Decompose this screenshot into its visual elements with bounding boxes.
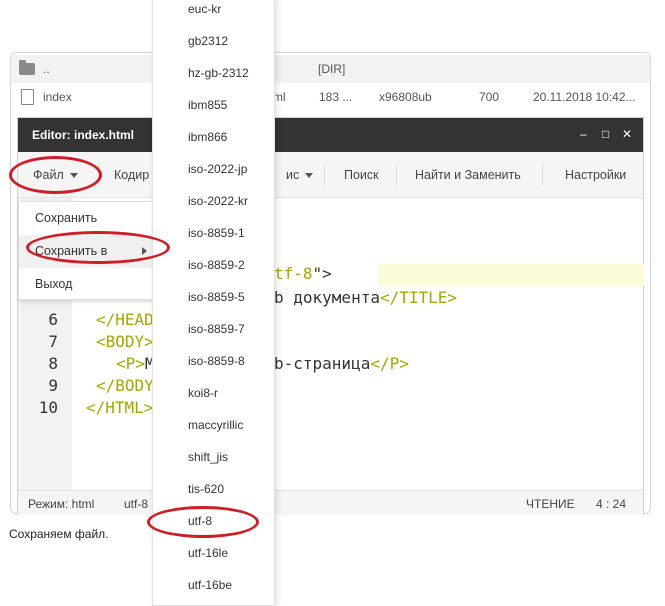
line-number: 8 bbox=[48, 354, 58, 373]
encoding-label: maccyrillic bbox=[188, 418, 244, 432]
code-p-frag: b-страница bbox=[274, 354, 371, 373]
maximize-button[interactable]: □ bbox=[602, 127, 609, 141]
encoding-option[interactable]: hz-gb-2312 bbox=[153, 57, 274, 89]
menu-divider bbox=[542, 164, 543, 186]
menu-syntax-label: ис bbox=[286, 168, 300, 182]
menu-find-replace[interactable]: Найти и Заменить bbox=[415, 168, 521, 182]
code-line-7: <BODY> bbox=[96, 332, 154, 351]
editor-window: Editor: index.html – □ ✕ Файл Кодир ис П… bbox=[17, 117, 644, 515]
encoding-option[interactable]: tis-620 bbox=[153, 473, 274, 505]
encoding-option[interactable]: iso-8859-8 bbox=[153, 345, 274, 377]
code-fragment: tf-8"> bbox=[274, 264, 332, 283]
encoding-label: iso-2022-kr bbox=[188, 194, 249, 208]
code-fragment: b-страница</P> bbox=[274, 354, 409, 373]
menu-item-label: Сохранить bbox=[35, 211, 98, 225]
encoding-label: utf-16be bbox=[188, 578, 233, 592]
file-perms: 700 bbox=[479, 90, 500, 104]
encoding-option[interactable]: utf-16le bbox=[153, 537, 274, 569]
encoding-option[interactable]: iso-8859-5 bbox=[153, 281, 274, 313]
file-name: index bbox=[43, 90, 72, 104]
encoding-option[interactable]: iso-8859-1 bbox=[153, 217, 274, 249]
encoding-option[interactable]: ibm855 bbox=[153, 89, 274, 121]
encoding-label: iso-8859-8 bbox=[188, 354, 245, 368]
line-number: 7 bbox=[48, 332, 58, 351]
code-line-8: <P>M bbox=[116, 354, 155, 373]
caption-text: Сохраняем файл. bbox=[9, 527, 109, 541]
file-owner: x96808ub bbox=[379, 90, 432, 104]
encoding-option[interactable]: koi8-r bbox=[153, 377, 274, 409]
encoding-label: hz-gb-2312 bbox=[188, 66, 249, 80]
encoding-option[interactable]: gb2312 bbox=[153, 25, 274, 57]
encoding-option[interactable]: iso-2022-jp bbox=[153, 153, 274, 185]
encoding-option[interactable]: ibm866 bbox=[153, 121, 274, 153]
menu-divider bbox=[396, 164, 397, 186]
encoding-label: iso-2022-jp bbox=[188, 162, 248, 176]
encoding-option[interactable]: iso-8859-7 bbox=[153, 313, 274, 345]
annotation-ring-file-menu bbox=[9, 156, 102, 194]
encoding-label: iso-8859-2 bbox=[188, 258, 245, 272]
encoding-label: ibm866 bbox=[188, 130, 228, 144]
menu-item-exit[interactable]: Выход bbox=[19, 268, 153, 301]
code-title-text: b документа bbox=[274, 288, 380, 307]
menu-search[interactable]: Поиск bbox=[344, 168, 379, 182]
editor-statusbar: Режим: html utf-8 ЧТЕНИЕ 4 : 24 bbox=[18, 490, 643, 515]
status-mode: Режим: html bbox=[28, 497, 95, 511]
encoding-option[interactable]: utf-16be bbox=[153, 569, 274, 601]
close-button[interactable]: ✕ bbox=[622, 127, 632, 141]
minimize-button[interactable]: – bbox=[580, 127, 587, 141]
file-size: 183 ... bbox=[319, 90, 353, 104]
encoding-label: utf-16le bbox=[188, 546, 229, 560]
editor-menubar: Файл Кодир ис Поиск Найти и Заменить Нас… bbox=[18, 152, 643, 198]
active-line-highlight bbox=[378, 264, 644, 286]
code-p-close: </P> bbox=[370, 354, 409, 373]
menu-divider bbox=[324, 164, 325, 186]
code-fragment: b документа</TITLE> bbox=[274, 288, 457, 307]
encoding-label: iso-8859-7 bbox=[188, 322, 245, 336]
menu-settings[interactable]: Настройки bbox=[565, 168, 626, 182]
editor-title: Editor: index.html bbox=[32, 128, 134, 142]
chevron-down-icon bbox=[305, 173, 314, 179]
encoding-label: iso-8859-5 bbox=[188, 290, 245, 304]
file-name: .. bbox=[43, 62, 50, 76]
encoding-option[interactable]: euc-kr bbox=[153, 0, 274, 25]
code-meta-value: tf-8 bbox=[274, 264, 313, 283]
encoding-option[interactable]: shift_jis bbox=[153, 441, 274, 473]
file-row-parent-dir[interactable]: .. [DIR] bbox=[11, 55, 650, 83]
editor-titlebar: Editor: index.html – □ ✕ bbox=[18, 118, 643, 152]
encoding-option[interactable]: iso-8859-2 bbox=[153, 249, 274, 281]
annotation-ring-save-as bbox=[26, 231, 170, 264]
line-number: 10 bbox=[38, 398, 58, 417]
status-state: ЧТЕНИЕ bbox=[526, 497, 575, 511]
encoding-option[interactable]: iso-2022-kr bbox=[153, 185, 274, 217]
code-meta-end: "> bbox=[312, 264, 332, 283]
code-title-close: </TITLE> bbox=[379, 288, 458, 307]
code-p-open: <P> bbox=[116, 354, 145, 373]
file-date: 20.11.2018 10:42... bbox=[533, 90, 636, 104]
encoding-option[interactable]: maccyrillic bbox=[153, 409, 274, 441]
menu-syntax[interactable]: ис bbox=[286, 168, 314, 182]
menu-item-label: Выход bbox=[35, 277, 73, 291]
folder-icon bbox=[19, 60, 35, 75]
file-row-index[interactable]: index ml 183 ... x96808ub 700 20.11.2018… bbox=[11, 83, 650, 111]
encoding-label: euc-kr bbox=[188, 2, 222, 16]
code-line-6: </HEAD bbox=[96, 310, 154, 329]
menu-encoding[interactable]: Кодир bbox=[114, 168, 149, 182]
encoding-label: tis-620 bbox=[188, 482, 225, 496]
code-line-9: </BODY bbox=[96, 376, 154, 395]
line-number: 6 bbox=[48, 310, 58, 329]
annotation-ring-utf8 bbox=[147, 506, 259, 538]
encoding-label: gb2312 bbox=[188, 34, 229, 48]
file-icon bbox=[21, 89, 34, 105]
encoding-label: ibm855 bbox=[188, 98, 228, 112]
status-encoding: utf-8 bbox=[124, 497, 149, 511]
line-number: 9 bbox=[48, 376, 58, 395]
code-line-10: </HTML> bbox=[86, 398, 154, 417]
encoding-label: koi8-r bbox=[188, 386, 219, 400]
encoding-label: shift_jis bbox=[188, 450, 229, 464]
menu-item-save[interactable]: Сохранить bbox=[19, 202, 153, 235]
status-cursor-position: 4 : 24 bbox=[596, 497, 627, 511]
encoding-label: iso-8859-1 bbox=[188, 226, 245, 240]
file-type: [DIR] bbox=[318, 62, 346, 76]
